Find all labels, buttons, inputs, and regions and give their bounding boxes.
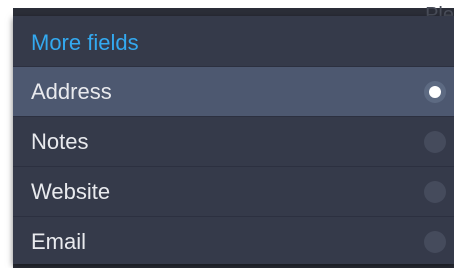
option-label: Notes [31, 129, 89, 154]
option-notes[interactable]: Notes [13, 116, 454, 166]
radio-unselected-icon[interactable] [424, 131, 446, 153]
radio-dot-icon [429, 86, 441, 98]
radio-selected-icon[interactable] [424, 81, 446, 103]
more-fields-dialog: More fields Address Notes Website Email [13, 16, 454, 264]
option-website[interactable]: Website [13, 166, 454, 216]
screen: Ple More fields Address Notes Website Em… [0, 0, 454, 268]
option-label: Email [31, 229, 87, 254]
fields-list: Address Notes Website Email [13, 66, 454, 266]
dialog-title: More fields [31, 30, 139, 55]
radio-unselected-icon[interactable] [424, 181, 446, 203]
option-label: Address [31, 79, 112, 104]
option-email[interactable]: Email [13, 216, 454, 266]
option-address[interactable]: Address [13, 66, 454, 116]
radio-unselected-icon[interactable] [424, 231, 446, 253]
option-label: Website [31, 179, 111, 204]
